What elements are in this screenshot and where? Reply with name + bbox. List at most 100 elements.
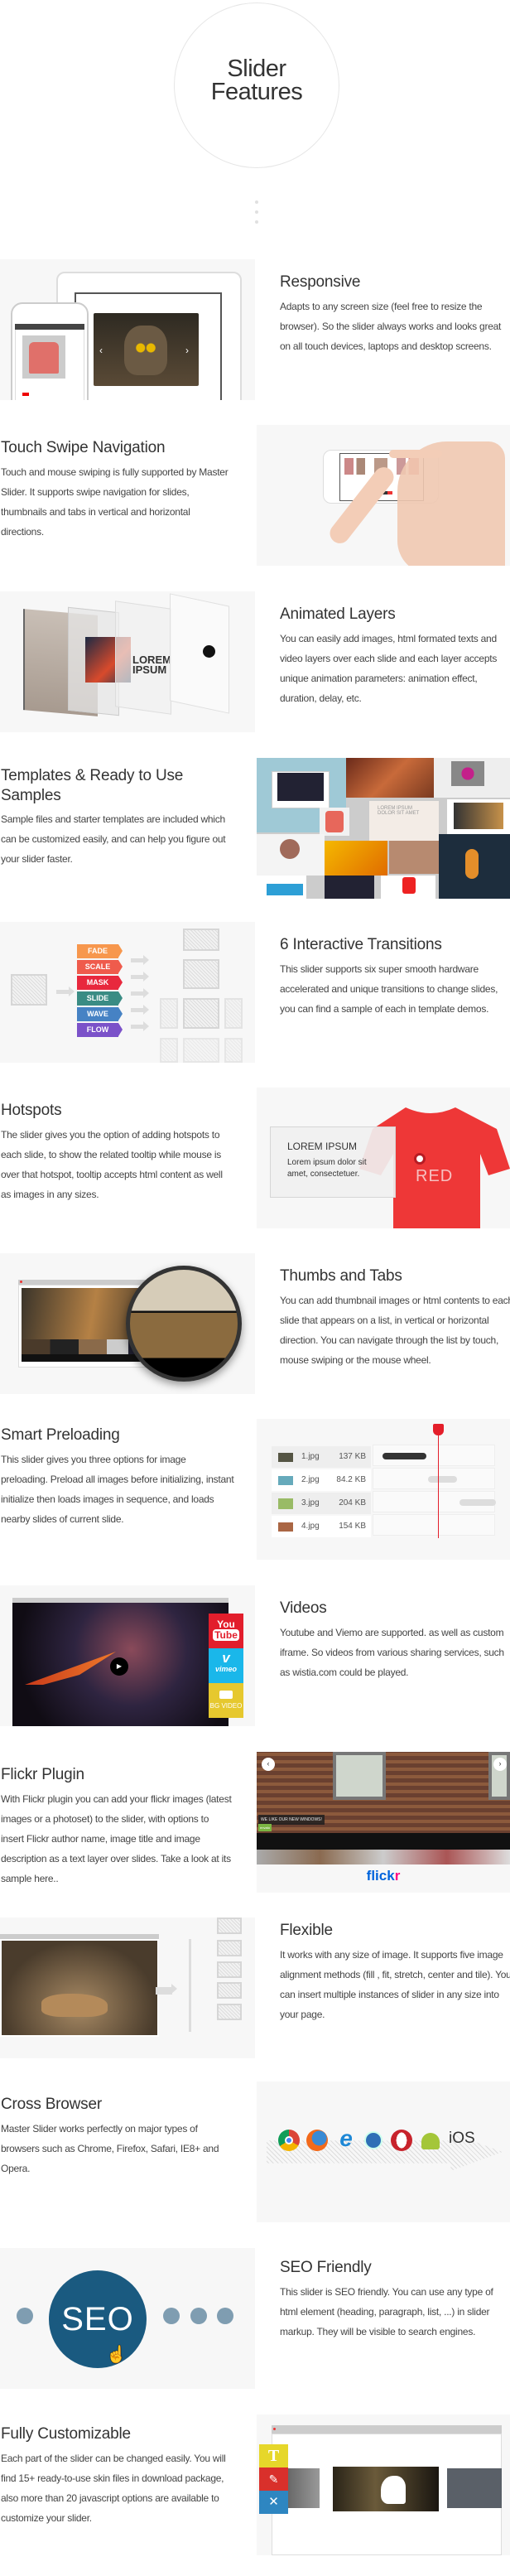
feature-description: Each part of the slider can be changed e… [1,2453,226,2524]
oryx-graphic [41,1994,108,2017]
customizable-image: T ✎ ✕ [257,2414,510,2555]
ios-label: iOS [449,2130,475,2147]
feature-description: Touch and mouse swiping is fully support… [1,466,229,538]
feature-title: Responsive [280,273,361,291]
divider-dot [255,200,258,204]
preloading-image: 1.jpg 137 KB 2.jpg 84.2 KB 3.jpg 204 KB … [257,1419,510,1560]
touch-swipe-image [257,425,510,566]
transition-label-fade: FADE [87,947,108,955]
hero-title-line1: Slider [227,55,286,82]
feature-templates: Templates & Ready to Use Samples Sample … [0,758,510,899]
feature-customizable: Fully Customizable Each part of the slid… [0,2414,510,2555]
text-tool-button[interactable]: T [259,2444,288,2467]
feature-title: Smart Preloading [1,1426,120,1444]
cross-browser-image: e iOS [257,2082,510,2222]
feature-title: 6 Interactive Transitions [280,936,442,953]
feature-description: With Flickr plugin you can add your flic… [1,1793,232,1884]
safari-icon [364,2131,382,2149]
camera-icon [219,1691,233,1699]
animated-layers-image: LOREM IPSUM [0,591,255,732]
feature-title: Templates & Ready to Use Samples [1,767,184,804]
transition-label-wave: WAVE [87,1010,108,1018]
hotspots-image: RED LOREM IPSUM Lorem ipsum dolor sit am… [257,1088,510,1228]
youtube-tab[interactable]: You Tube [209,1614,243,1648]
feature-description: It works with any size of image. It supp… [280,1949,510,2020]
feature-flickr: Flickr Plugin With Flickr plugin you can… [0,1752,510,1893]
play-icon [203,645,215,658]
feature-animated-layers: LOREM IPSUM Animated Layers You can easil… [0,591,510,732]
transition-label-flow: FLOW [86,1025,109,1034]
feature-title: Flexible [280,1922,333,1939]
feature-description: Adapts to any screen size (feel free to … [280,301,502,352]
feature-title: Touch Swipe Navigation [1,439,166,456]
feature-cross-browser: Cross Browser Master Slider works perfec… [0,2082,510,2222]
transition-label-scale: SCALE [84,962,111,971]
feature-description: You can add thumbnail images or html con… [280,1295,510,1366]
feature-thumbs-tabs: Thumbs and Tabs You can add thumbnail im… [0,1253,510,1394]
settings-tool-button[interactable]: ✕ [259,2491,288,2514]
play-button[interactable]: ▶ [110,1657,128,1676]
feature-title: Fully Customizable [1,2425,131,2443]
android-icon [421,2133,440,2149]
responsive-image: ‹ › [0,259,255,400]
hand-graphic [397,441,505,566]
preload-row: 1.jpg 137 KB [272,1446,371,1468]
feature-title: SEO Friendly [280,2259,372,2276]
flickr-logo: flickr [366,1868,401,1884]
preload-row: 4.jpg 154 KB [272,1516,371,1537]
tshirt-thumbnail [29,342,59,374]
divider-dot [255,220,258,224]
preload-row: 3.jpg 204 KB [272,1493,371,1514]
feature-title: Hotspots [1,1102,62,1119]
tooltip-title: LOREM IPSUM [287,1141,358,1152]
feature-description: You can easily add images, html formated… [280,633,498,704]
hotspot-marker[interactable] [414,1153,426,1165]
feature-preloading: Smart Preloading This slider gives you t… [0,1419,510,1560]
feature-title: Animated Layers [280,605,396,623]
feature-description: This slider gives you three options for … [1,1454,234,1525]
vimeo-tab[interactable]: v vimeo [209,1648,243,1683]
feature-flexible: Flexible It works with any size of image… [0,1918,510,2058]
feature-title: Videos [280,1599,327,1617]
slider-next-button[interactable]: › [493,1758,507,1771]
videos-image: ▶ You Tube v vimeo BG VIDEO [0,1585,255,1726]
hero-title-line2: Features [210,79,303,105]
feature-title: Thumbs and Tabs [280,1267,402,1285]
magnifier-graphic [126,1266,242,1382]
brush-tool-button[interactable]: ✎ [259,2467,288,2491]
thumbs-tabs-image [0,1253,255,1394]
seo-badge[interactable]: SEO [49,2270,147,2368]
flickr-image: WE LIKE OUR NEW WINDOWS! envato ‹ › flic… [257,1752,510,1893]
flexible-image [0,1918,255,2058]
chevron-right-icon: › [185,345,189,356]
feature-transitions: FADE SCALE MASK SLIDE WAVE FLOW 6 Intera… [0,922,510,1063]
hand-cursor-icon: ☝ [106,2346,127,2364]
transition-label-mask: MASK [86,978,109,987]
opera-icon [391,2130,412,2151]
feature-description: Youtube and Viemo are supported. as well… [280,1627,504,1678]
templates-collage-image: LOREM IPSUM DOLOR SIT AMET [257,758,510,899]
transitions-image: FADE SCALE MASK SLIDE WAVE FLOW [0,922,255,1063]
feature-title: Cross Browser [1,2096,102,2113]
feature-title: Flickr Plugin [1,1766,84,1783]
feature-description: The slider gives you the option of addin… [1,1129,223,1200]
feature-description: This slider supports six super smooth ha… [280,963,498,1015]
feature-hotspots: Hotspots The slider gives you the option… [0,1088,510,1228]
transition-label-slide: SLIDE [86,994,109,1002]
feature-description: This slider is SEO friendly. You can use… [280,2286,493,2337]
feature-touch-swipe: Touch Swipe Navigation Touch and mouse s… [0,425,510,566]
firefox-icon [306,2130,328,2151]
feature-description: Master Slider works perfectly on major t… [1,2123,219,2174]
feature-seo: SEO ☝ SEO Friendly This slider is SEO fr… [0,2248,510,2389]
tooltip-text: Lorem ipsum dolor sit amet, consectetuer… [287,1158,367,1179]
bg-video-tab[interactable]: BG VIDEO [209,1683,243,1718]
divider-dot [255,210,258,214]
chevron-left-icon: ‹ [99,345,103,356]
feature-responsive: ‹ › Responsive Adapts to any screen size… [0,259,510,400]
eagle-graphic [381,2476,406,2504]
hotspot-tooltip: LOREM IPSUM Lorem ipsum dolor sit amet, … [270,1126,396,1198]
slider-prev-button[interactable]: ‹ [262,1758,275,1771]
ie-icon: e [339,2125,353,2151]
seo-image: SEO ☝ [0,2248,255,2389]
hero-title-circle: Slider Features [174,2,339,168]
